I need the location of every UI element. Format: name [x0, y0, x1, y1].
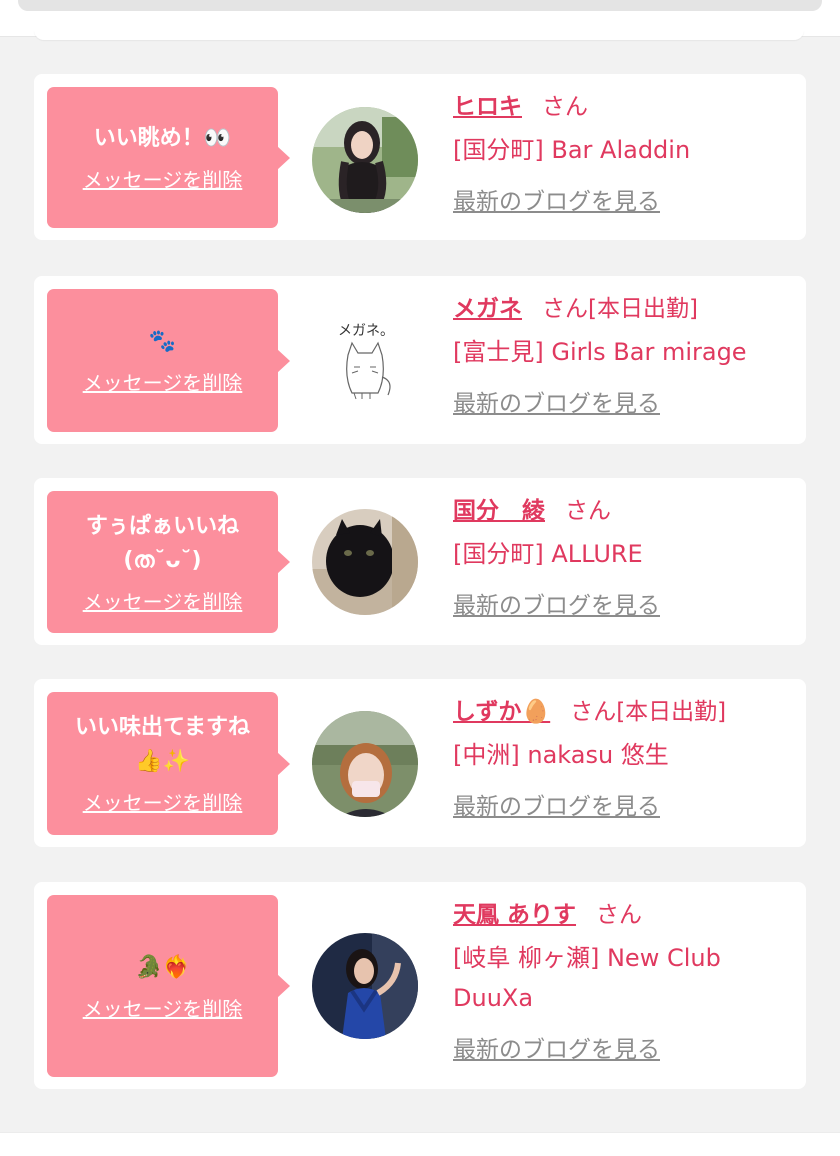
honorific: さん: [542, 94, 588, 120]
name-line: メガネ さん[本日出勤]: [453, 290, 798, 328]
cast-info: メガネ さん[本日出勤] [富士見] Girls Bar mirage 最新のブロ…: [453, 290, 798, 422]
message-text: いい味出てますね 👍✨: [75, 715, 250, 774]
cast-name-link[interactable]: しずか🥚: [453, 699, 550, 725]
cast-info: ヒロキ さん [国分町] Bar Aladdin 最新のブログを見る: [453, 88, 798, 220]
honorific: さん: [570, 699, 617, 725]
latest-blog-link[interactable]: 最新のブログを見る: [453, 1032, 660, 1068]
message-card: すぅぱぁいいね (ത˘ᴗ˘) メッセージを削除 国分 綾さん [国分町] ALL…: [34, 478, 806, 645]
cast-name-link[interactable]: 国分 綾: [453, 498, 545, 524]
avatar-sketch-text: メガネ。: [338, 323, 394, 339]
message-bubble: 🐊❤️‍🔥 メッセージを削除: [47, 895, 290, 1077]
message-text: 🐊❤️‍🔥: [135, 954, 190, 980]
message-card: いい眺め！👀 メッセージを削除 ヒロキ さん [国分町] Bar Aladdin …: [34, 74, 806, 240]
message-text: いい眺め！👀: [93, 126, 232, 151]
message-card: 🐊❤️‍🔥 メッセージを削除 天鳳 ありす さん [岐阜 柳ヶ瀬] New Clu…: [34, 882, 806, 1089]
delete-message-link[interactable]: メッセージを削除: [83, 367, 243, 396]
status-label: [本日出勤]: [588, 296, 698, 322]
bottom-strip: [0, 1132, 840, 1156]
name-line: 国分 綾さん: [453, 492, 798, 530]
message-text: 🐾: [148, 329, 177, 354]
message-text: すぅぱぁいいね (ത˘ᴗ˘): [85, 513, 240, 573]
shop-name: [岐阜 柳ヶ瀬] New Club DuuXa: [453, 944, 721, 1012]
honorific: さん: [542, 296, 588, 322]
cast-info: しずか🥚 さん[本日出勤] [中洲] nakasu 悠生 最新のブログを見る: [453, 693, 798, 825]
cast-name-link[interactable]: メガネ: [453, 296, 522, 322]
honorific: さん: [565, 498, 611, 524]
top-bar: [18, 0, 822, 11]
avatar[interactable]: [312, 711, 418, 817]
shop-name: [中洲] nakasu 悠生: [453, 741, 669, 769]
name-line: しずか🥚 さん[本日出勤]: [453, 693, 798, 731]
avatar[interactable]: メガネ。: [312, 307, 418, 413]
honorific: さん: [596, 902, 643, 928]
cast-name-link[interactable]: ヒロキ: [453, 94, 522, 120]
delete-message-link[interactable]: メッセージを削除: [83, 787, 243, 816]
name-line: 天鳳 ありす さん: [453, 896, 798, 934]
delete-message-link[interactable]: メッセージを削除: [83, 993, 243, 1022]
cast-info: 天鳳 ありす さん [岐阜 柳ヶ瀬] New Club DuuXa 最新のブログを…: [453, 896, 798, 1068]
cast-info: 国分 綾さん [国分町] ALLURE 最新のブログを見る: [453, 492, 798, 624]
status-label: [本日出勤]: [616, 699, 727, 725]
delete-message-link[interactable]: メッセージを削除: [83, 164, 243, 193]
latest-blog-link[interactable]: 最新のブログを見る: [453, 588, 660, 624]
delete-message-link[interactable]: メッセージを削除: [83, 586, 243, 615]
message-card: いい味出てますね 👍✨ メッセージを削除 しずか🥚 さん[本日出勤] [中洲] n…: [34, 679, 806, 847]
latest-blog-link[interactable]: 最新のブログを見る: [453, 184, 660, 220]
message-bubble: 🐾 メッセージを削除: [47, 289, 290, 432]
avatar[interactable]: [312, 933, 418, 1039]
shop-name: [国分町] ALLURE: [453, 540, 643, 568]
shop-name: [富士見] Girls Bar mirage: [453, 338, 747, 366]
previous-card-edge: [34, 30, 804, 40]
message-bubble: いい眺め！👀 メッセージを削除: [47, 87, 290, 228]
message-bubble: すぅぱぁいいね (ത˘ᴗ˘) メッセージを削除: [47, 491, 290, 633]
message-card: 🐾 メッセージを削除 メガネ。 メガネ さん[本日出勤] [富士見] Girls …: [34, 276, 806, 444]
shop-name: [国分町] Bar Aladdin: [453, 136, 691, 164]
latest-blog-link[interactable]: 最新のブログを見る: [453, 789, 660, 825]
avatar[interactable]: [312, 509, 418, 615]
avatar[interactable]: [312, 107, 418, 213]
cast-name-link[interactable]: 天鳳 ありす: [453, 902, 576, 928]
name-line: ヒロキ さん: [453, 88, 798, 126]
latest-blog-link[interactable]: 最新のブログを見る: [453, 386, 660, 422]
message-bubble: いい味出てますね 👍✨ メッセージを削除: [47, 692, 290, 835]
